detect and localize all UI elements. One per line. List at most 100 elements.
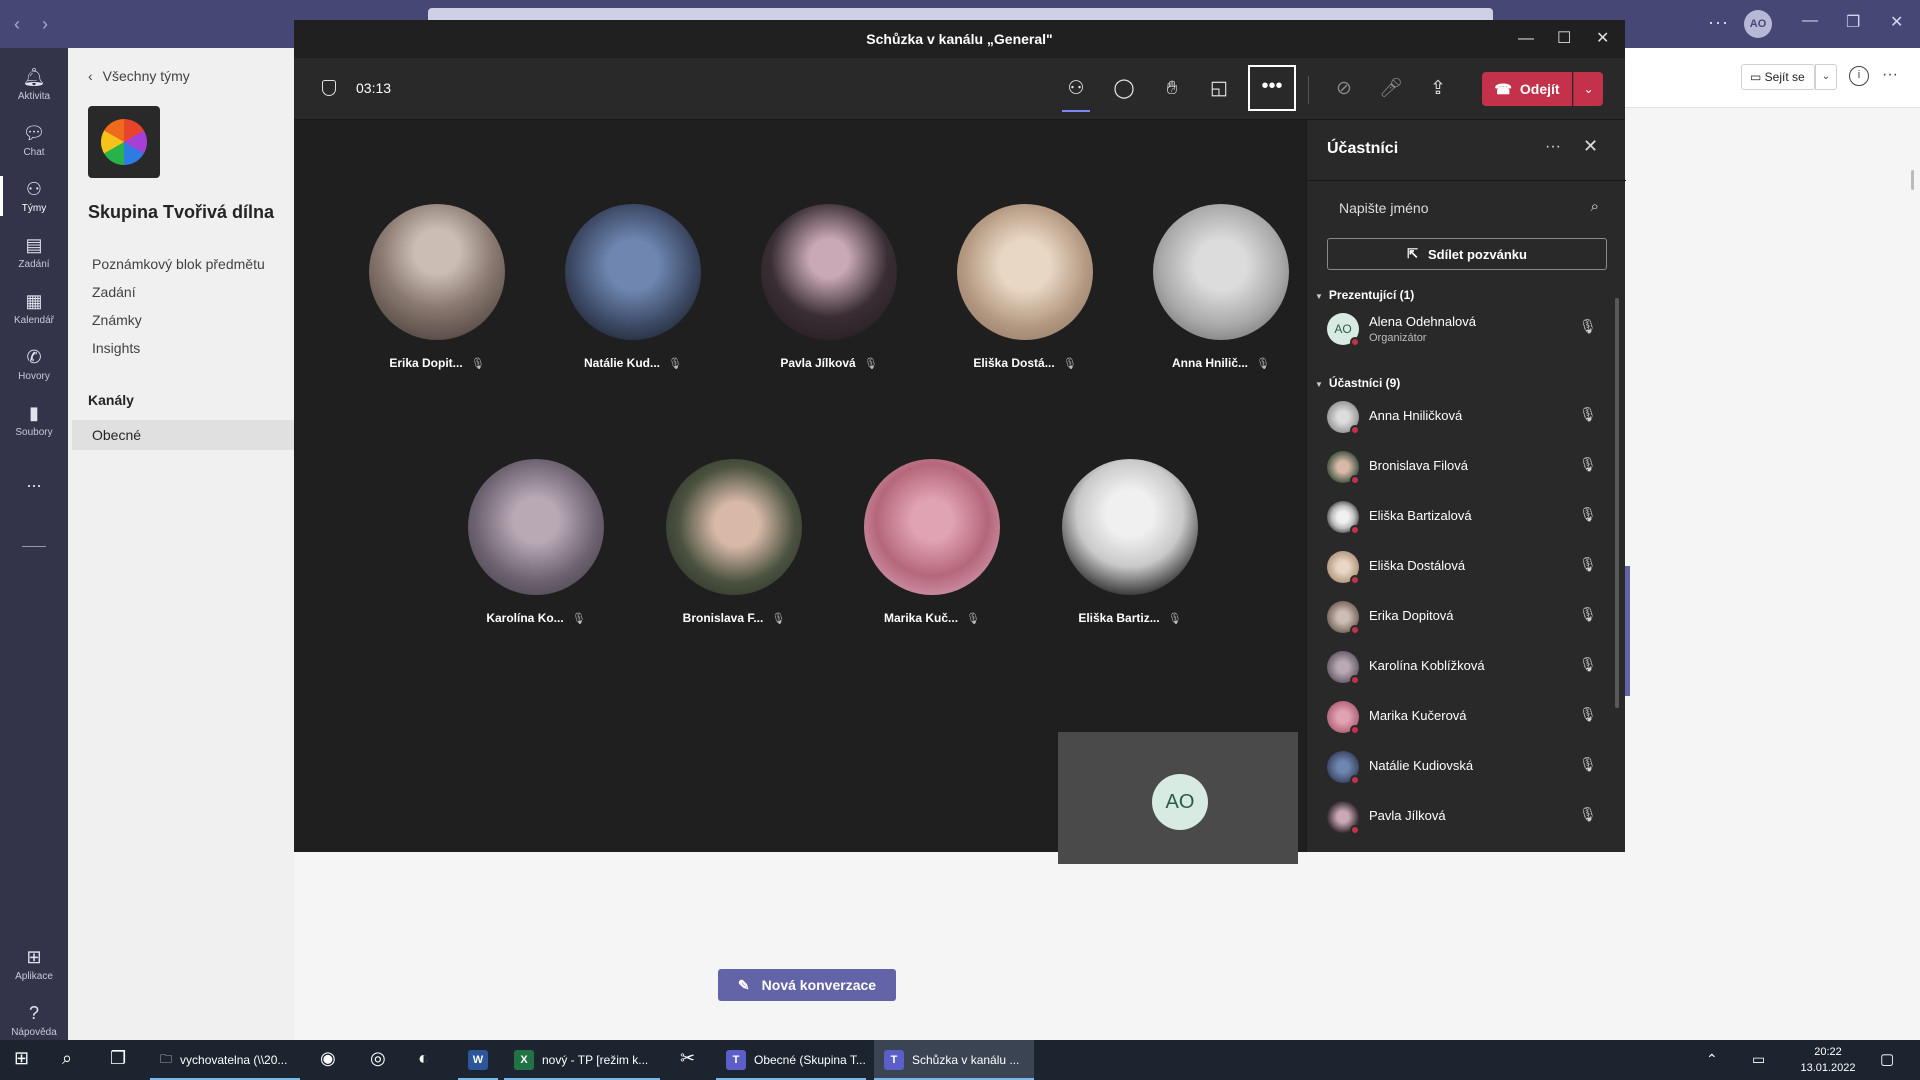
participant-row[interactable]: Eliška Dostálová 🎙︎	[1307, 542, 1617, 592]
rail-calls[interactable]: ✆ Hovory	[0, 336, 68, 392]
chevron-down-icon[interactable]: ⌄	[1815, 64, 1837, 90]
notification-icon[interactable]: ▢	[1880, 1050, 1894, 1068]
chrome-icon[interactable]: ◎	[370, 1048, 386, 1069]
status-dot	[1350, 425, 1360, 435]
participant-tile[interactable]: Anna Hnilič... 🎙︎	[1108, 204, 1308, 374]
minimize-icon[interactable]: —	[1802, 12, 1818, 30]
self-avatar: AO	[1152, 774, 1208, 830]
name-text: Natálie Kud...	[584, 356, 661, 370]
snipping-tool-icon[interactable]: ✂	[680, 1048, 695, 1069]
clock[interactable]: 20:22 13.01.2022	[1788, 1044, 1868, 1076]
chat-bubble-icon[interactable]: ◯	[1106, 72, 1142, 106]
participant-row[interactable]: Anna Hniličková 🎙︎	[1307, 392, 1617, 442]
clock-date: 13.01.2022	[1800, 1062, 1856, 1074]
participant-tile[interactable]: Eliška Dostá... 🎙︎	[912, 204, 1112, 374]
raise-hand-icon[interactable]: ✋︎	[1154, 72, 1190, 106]
folder-icon: 🗀	[160, 1051, 173, 1066]
participant-row[interactable]: Marika Kučerová 🎙︎	[1307, 692, 1617, 742]
link-class-notebook[interactable]: Poznámkový blok předmětu	[92, 256, 265, 272]
chevron-down-icon[interactable]: ⌄	[1573, 72, 1603, 106]
rail-assignments[interactable]: ▤ Zadání	[0, 224, 68, 280]
presenters-section-header[interactable]: ▼ Prezentující (1)	[1315, 288, 1414, 302]
participant-name: Anna Hnilič... 🎙︎	[1108, 356, 1334, 370]
channel-general[interactable]: Obecné	[72, 420, 294, 450]
participant-row[interactable]: Eliška Bartizalová 🎙︎	[1307, 492, 1617, 542]
participant-row[interactable]: Pavla Jílková 🎙︎	[1307, 792, 1617, 842]
rail-more[interactable]: ...	[0, 468, 68, 498]
chevron-up-icon[interactable]: ⌃	[1706, 1051, 1718, 1068]
mic-off-icon: 🎙︎	[1579, 406, 1597, 422]
participant-name: Eliška Bartizalová	[1369, 508, 1472, 523]
maximize-icon[interactable]: ☐	[1557, 20, 1571, 58]
close-icon[interactable]: ✕	[1890, 12, 1903, 32]
participant-row[interactable]: Karolína Koblížková 🎙︎	[1307, 642, 1617, 692]
link-grades[interactable]: Známky	[92, 312, 142, 328]
rail-files[interactable]: ▮ Soubory	[0, 392, 68, 448]
all-teams-link[interactable]: ‹ Všechny týmy	[88, 68, 190, 84]
scrollbar[interactable]	[1911, 170, 1914, 190]
share-invite-button[interactable]: ⇱ Sdílet pozvánku	[1327, 238, 1607, 270]
network-icon[interactable]: ▭	[1752, 1051, 1765, 1068]
taskbar-app-teams[interactable]: T Obecné (Skupina T...	[716, 1040, 866, 1080]
participant-tile[interactable]: Bronislava F... 🎙︎	[621, 459, 821, 629]
firefox-icon[interactable]: ◉	[320, 1048, 336, 1069]
info-icon[interactable]: i	[1849, 66, 1869, 86]
rail-label: Soubory	[15, 426, 53, 438]
taskbar-app-word[interactable]: W	[458, 1040, 498, 1080]
taskbar-app-folder[interactable]: 🗀 vychovatelna (\\20...	[150, 1040, 300, 1080]
mic-off-icon: 🎙︎	[1579, 318, 1597, 334]
name-text: Bronislava F...	[682, 611, 764, 625]
camera-off-icon[interactable]: ⊘	[1326, 72, 1362, 106]
participants-toggle-icon[interactable]: ⚇	[1058, 72, 1094, 112]
participant-row[interactable]: Natálie Kudiovská 🎙︎	[1307, 742, 1617, 792]
forward-arrow-icon[interactable]: ›	[42, 14, 48, 35]
panel-scrollbar[interactable]	[1615, 298, 1619, 708]
rail-teams[interactable]: ⚇ Týmy	[0, 168, 68, 224]
chevron-down-icon: ▼	[1315, 292, 1323, 301]
more-actions-button[interactable]: •••	[1248, 65, 1296, 111]
new-conversation-button[interactable]: ✎ Nová konverzace	[718, 969, 896, 1001]
attendees-section-header[interactable]: ▼ Účastníci (9)	[1315, 376, 1400, 390]
taskbar-app-excel[interactable]: Xnový - TP [režim k...	[504, 1040, 660, 1080]
participant-row[interactable]: AO Alena Odehnalová Organizátor 🎙︎	[1307, 304, 1617, 354]
rooms-icon[interactable]: ◱	[1201, 72, 1237, 106]
more-options-icon[interactable]: ···	[1708, 12, 1729, 33]
participant-tile[interactable]: Pavla Jílková 🎙︎	[716, 204, 916, 374]
participant-row[interactable]: Erika Dopitová 🎙︎	[1307, 592, 1617, 642]
rail-chat[interactable]: 💬︎ Chat	[0, 112, 68, 168]
close-icon[interactable]: ✕	[1583, 136, 1598, 157]
participant-tile[interactable]: Marika Kuč... 🎙︎	[819, 459, 1019, 629]
rail-calendar[interactable]: ▦ Kalendář	[0, 280, 68, 336]
link-insights[interactable]: Insights	[92, 340, 140, 356]
rail-apps[interactable]: ⊞ Aplikace	[0, 936, 68, 992]
participant-tile[interactable]: Eliška Bartiz... 🎙︎	[1017, 459, 1217, 629]
mic-off-icon[interactable]: 🎤︎	[1373, 72, 1409, 106]
more-options-icon[interactable]: ···	[1545, 138, 1561, 156]
user-avatar[interactable]: AO	[1744, 10, 1772, 38]
windows-start-icon[interactable]: ⊞	[14, 1048, 29, 1069]
minimize-icon[interactable]: —	[1518, 20, 1534, 58]
video-stage: Erika Dopit... 🎙︎ Natálie Kud... 🎙︎ Pavla …	[294, 120, 1308, 864]
participant-tile[interactable]: Erika Dopit... 🎙︎	[324, 204, 524, 374]
leave-button[interactable]: ☎︎ Odejít	[1482, 72, 1572, 106]
participant-row[interactable]: Bronislava Filová 🎙︎	[1307, 442, 1617, 492]
meet-now-button[interactable]: ▭ Sejít se	[1741, 64, 1815, 90]
self-view[interactable]: AO	[1058, 732, 1298, 864]
participant-tile[interactable]: Natálie Kud... 🎙︎	[520, 204, 720, 374]
meet-label: Sejít se	[1764, 70, 1805, 84]
link-assignments[interactable]: Zadání	[92, 284, 136, 300]
search-input[interactable]: Napište jméno ⌕	[1327, 192, 1607, 224]
back-arrow-icon[interactable]: ‹	[14, 14, 20, 35]
search-icon[interactable]: ⌕	[62, 1048, 72, 1069]
status-dot	[1350, 575, 1360, 585]
share-screen-icon[interactable]: ⇪	[1420, 72, 1456, 106]
edge-icon[interactable]: ◐	[418, 1048, 429, 1069]
taskbar-app-teams-meeting[interactable]: T Schůzka v kanálu ...	[874, 1040, 1034, 1080]
apps-grid-icon: ⊞	[26, 946, 42, 967]
more-options-icon[interactable]: ···	[1882, 66, 1898, 84]
close-icon[interactable]: ✕	[1596, 20, 1609, 58]
restore-icon[interactable]: ❐	[1846, 12, 1860, 32]
rail-activity[interactable]: 🔔︎ Aktivita	[0, 56, 68, 112]
task-view-icon[interactable]: ❐	[110, 1048, 126, 1069]
participant-tile[interactable]: Karolína Ko... 🎙︎	[423, 459, 623, 629]
